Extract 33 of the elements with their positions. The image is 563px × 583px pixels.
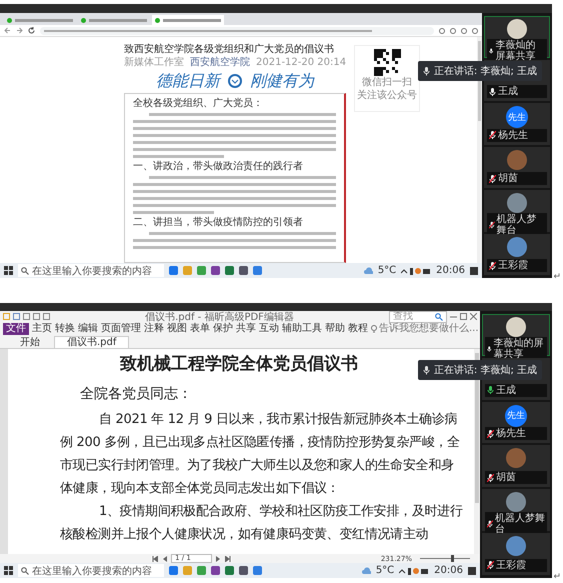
participant-name: 胡茵: [498, 173, 518, 184]
avatar: 先生: [505, 404, 527, 427]
paragraph-mark: ↵: [553, 572, 561, 582]
document-title: 致机械工程学院全体党员倡议书: [120, 353, 358, 376]
participant-name: 王彩霞: [496, 560, 526, 571]
speaking-text: 正在讲话: 李薇灿; 王成: [434, 364, 537, 377]
speaking-text: 正在讲话: 李薇灿; 王成: [434, 64, 537, 78]
participant-name: 王彩霞: [498, 260, 528, 271]
greeting-text: 全院各党员同志：: [80, 385, 193, 404]
weather-text: 5°C: [376, 565, 394, 576]
avatar: 先生: [506, 106, 528, 128]
paragraph-text: 1、疫情期间积极配合政府、学校和社区防疫工作安排，及时进行核酸检测并上报个人健康状况，如有健康码变黄、变红情况请主动: [60, 503, 464, 544]
participant-name: 杨先生: [496, 428, 526, 440]
clock-text: 20:06: [434, 565, 463, 576]
article-source: 新媒体工作室: [124, 56, 184, 69]
weather-text: 5°C: [378, 265, 396, 276]
qr-caption: 关注该公众号: [357, 90, 417, 102]
section-heading: 一、讲政治，带头做政治责任的践行者: [133, 161, 304, 173]
qr-caption: 微信扫一扫: [362, 77, 412, 89]
clock-text: 20:06: [436, 265, 465, 276]
window-title: 倡议书.pdf - 福昕高级PDF编辑器: [145, 310, 294, 322]
banner-text: 刚健有为: [250, 70, 314, 92]
paragraph-text: 自 2021 年 12 月 9 日以来，我市累计报告新冠肺炎本土确诊病例 200 多例，且已出现多点社区隐匿传播，疫情防控形势复杂严峻，全市现已实行封闭管理。为了我校广大师生以及您和家人的生命安全和身体健康，现向本支部全体党员同志发出如下倡议：: [60, 411, 461, 498]
participant-name: 胡茵: [496, 472, 516, 484]
greeting-text: 全校各级党组织、广大党员：: [133, 98, 264, 110]
article-date: 2021-12-20 20:14: [256, 56, 346, 69]
paragraph-mark: ↵: [553, 272, 561, 282]
participant-name: 王成: [498, 86, 518, 97]
participant-name: 杨先生: [498, 130, 528, 140]
participant-name: 王成: [496, 384, 516, 396]
banner-text: 德能日新: [156, 70, 220, 92]
section-heading: 二、讲担当，带头做疫情防控的引领者: [133, 217, 304, 229]
article-title: 致西安航空学院各级党组织和广大党员的倡议书: [124, 43, 335, 56]
